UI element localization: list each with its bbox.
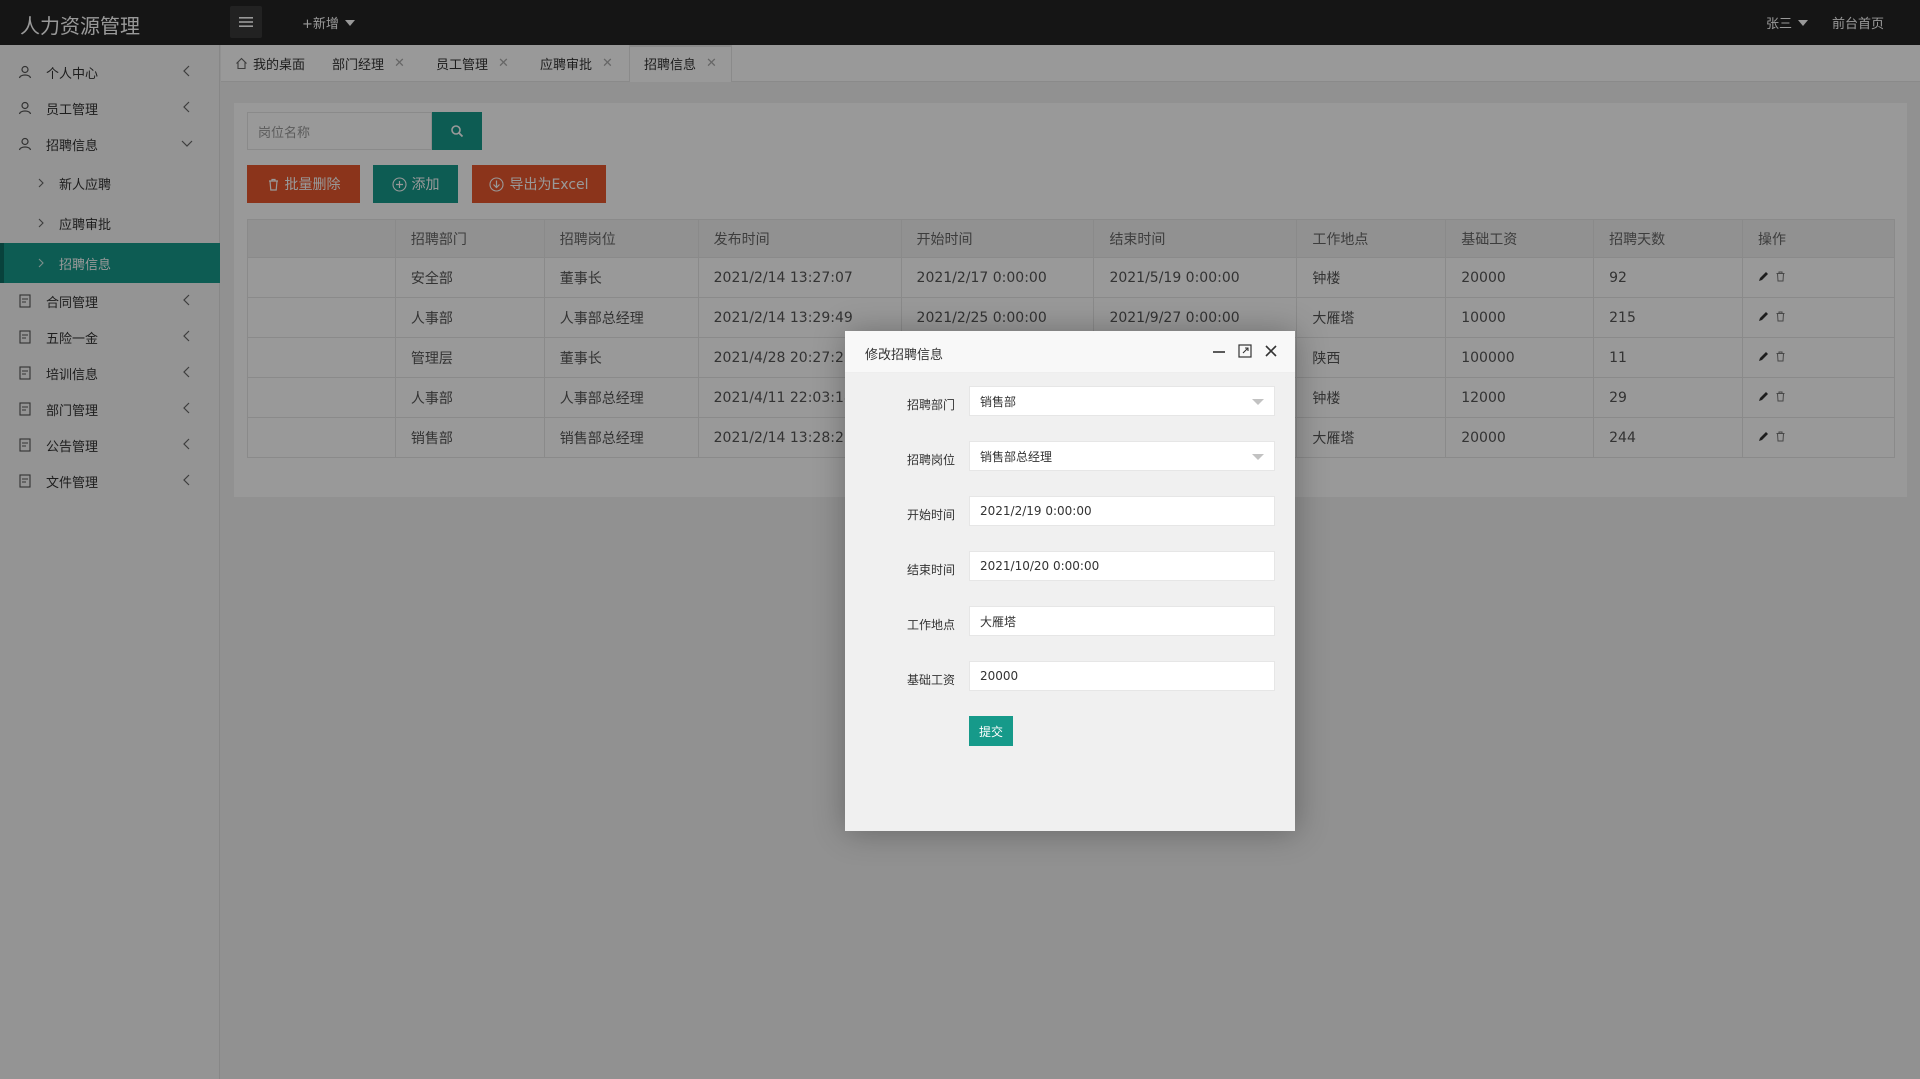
field-label: 结束时间 [906, 563, 955, 577]
field-label: 基础工资 [906, 673, 955, 687]
field-label: 开始时间 [906, 508, 955, 522]
position-select-value: 销售部总经理 [980, 449, 1053, 464]
field-label: 招聘岗位 [906, 453, 955, 467]
edit-recruitment-dialog: 修改招聘信息 招聘部门 销售部 招聘岗位 销售部总经理 开始时间 2021/2/… [845, 331, 1295, 831]
base-salary-input[interactable]: 20000 [969, 661, 1275, 691]
position-select[interactable]: 销售部总经理 [969, 441, 1275, 471]
dialog-title: 修改招聘信息 [865, 348, 944, 363]
field-label: 工作地点 [906, 618, 955, 632]
end-time-input[interactable]: 2021/10/20 0:00:00 [969, 551, 1275, 581]
work-location-input[interactable]: 大雁塔 [969, 606, 1275, 636]
start-time-input[interactable]: 2021/2/19 0:00:00 [969, 496, 1275, 526]
dialog-body: 招聘部门 销售部 招聘岗位 销售部总经理 开始时间 2021/2/19 0:00… [845, 373, 1295, 831]
close-icon[interactable] [1263, 343, 1279, 359]
caret-down-icon [1252, 399, 1264, 405]
submit-button[interactable]: 提交 [969, 716, 1013, 746]
department-select-value: 销售部 [980, 394, 1017, 409]
department-select[interactable]: 销售部 [969, 386, 1275, 416]
maximize-icon[interactable] [1237, 343, 1253, 359]
caret-down-icon [1252, 454, 1264, 460]
minimize-icon[interactable] [1211, 343, 1227, 359]
field-label: 招聘部门 [906, 398, 955, 412]
dialog-header: 修改招聘信息 [845, 331, 1295, 373]
